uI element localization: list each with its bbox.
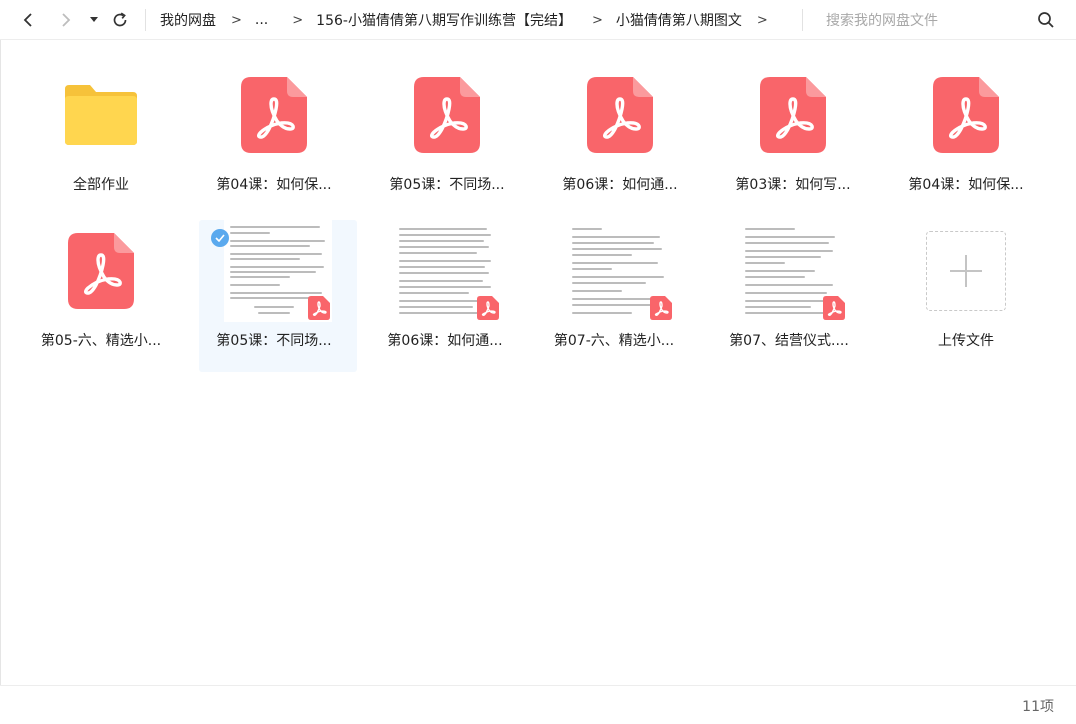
folder-icon bbox=[65, 85, 137, 145]
pdf-icon bbox=[414, 77, 480, 153]
item-count: 11项 bbox=[1022, 699, 1054, 715]
breadcrumb-separator: > bbox=[756, 12, 768, 28]
refresh-button[interactable] bbox=[108, 8, 132, 32]
upload-box[interactable] bbox=[926, 231, 1006, 311]
file-name: 第05-六、精选小... bbox=[40, 333, 162, 349]
pdf-icon bbox=[68, 233, 134, 309]
pdf-badge-icon bbox=[477, 296, 499, 320]
toolbar-divider bbox=[145, 9, 146, 31]
file-item[interactable]: 全部作业 bbox=[22, 64, 180, 216]
forward-button[interactable] bbox=[56, 8, 76, 32]
document-preview bbox=[224, 220, 332, 322]
breadcrumb-separator: > bbox=[231, 12, 242, 28]
selected-check-icon[interactable] bbox=[211, 229, 229, 247]
file-item[interactable]: 第06课：如何通... bbox=[541, 64, 699, 216]
pdf-icon bbox=[241, 77, 307, 153]
file-name: 第05课：不同场... bbox=[216, 333, 332, 349]
file-name: 第07、结营仪式.... bbox=[729, 333, 849, 349]
status-bar: 11项 bbox=[0, 685, 1076, 724]
chevron-left-icon bbox=[23, 13, 32, 27]
pdf-thumbnail bbox=[714, 64, 872, 166]
file-name: 第04课：如何保... bbox=[908, 177, 1024, 193]
file-name: 第04课：如何保... bbox=[216, 177, 332, 193]
pdf-icon bbox=[760, 77, 826, 153]
pdf-thumbnail bbox=[22, 220, 180, 322]
file-item[interactable]: 第05课：不同场... bbox=[368, 64, 526, 216]
document-preview bbox=[393, 220, 501, 322]
folder-thumbnail bbox=[22, 64, 180, 166]
file-item[interactable]: 第05-六、精选小... bbox=[22, 220, 180, 372]
pdf-thumbnail bbox=[541, 64, 699, 166]
search-icon[interactable] bbox=[1036, 10, 1056, 30]
pdf-badge-icon bbox=[823, 296, 845, 320]
pdf-preview-thumbnail bbox=[714, 220, 872, 322]
pdf-thumbnail bbox=[195, 64, 353, 166]
pdf-icon bbox=[587, 77, 653, 153]
back-button[interactable] bbox=[18, 8, 38, 32]
file-item[interactable]: 第07、结营仪式.... bbox=[714, 220, 872, 372]
upload-label: 上传文件 bbox=[938, 333, 994, 349]
file-item[interactable]: 第04课：如何保... bbox=[195, 64, 353, 216]
breadcrumb-item-root[interactable]: 我的网盘 bbox=[160, 10, 216, 30]
file-name: 第03课：如何写... bbox=[735, 177, 851, 193]
pdf-preview-thumbnail bbox=[541, 220, 699, 322]
file-name: 第07-六、精选小... bbox=[553, 333, 675, 349]
document-preview bbox=[739, 220, 847, 322]
upload-thumbnail bbox=[887, 220, 1045, 322]
search-box[interactable]: 搜索我的网盘文件 bbox=[826, 0, 1066, 40]
pdf-badge-icon bbox=[308, 296, 330, 320]
breadcrumb-separator: > bbox=[292, 12, 304, 28]
pdf-thumbnail bbox=[887, 64, 1045, 166]
file-item[interactable]: 第04课：如何保... bbox=[887, 64, 1045, 216]
breadcrumb-item-current[interactable]: 小猫倩倩第八期图文 bbox=[616, 10, 742, 30]
file-item[interactable]: 第07-六、精选小... bbox=[541, 220, 699, 372]
caret-down-icon bbox=[90, 17, 98, 22]
file-name: 第06课：如何通... bbox=[387, 333, 503, 349]
pdf-preview-thumbnail bbox=[368, 220, 526, 322]
history-dropdown-button[interactable] bbox=[86, 8, 102, 32]
upload-file-button[interactable]: 上传文件 bbox=[887, 220, 1045, 372]
breadcrumb-item-ellipsis[interactable]: ... bbox=[255, 12, 268, 28]
document-preview bbox=[566, 220, 674, 322]
file-name: 全部作业 bbox=[73, 177, 129, 193]
pdf-thumbnail bbox=[368, 64, 526, 166]
breadcrumb: 我的网盘 > ... > 156-小猫倩倩第八期写作训练营【完结】 > 小猫倩倩… bbox=[160, 0, 781, 40]
pdf-icon bbox=[933, 77, 999, 153]
search-input[interactable]: 搜索我的网盘文件 bbox=[826, 10, 1036, 30]
chevron-right-icon bbox=[62, 13, 71, 27]
file-item-selected[interactable]: 第05课：不同场... bbox=[199, 220, 357, 372]
breadcrumb-separator: > bbox=[591, 12, 603, 28]
refresh-icon bbox=[113, 12, 127, 27]
toolbar: 我的网盘 > ... > 156-小猫倩倩第八期写作训练营【完结】 > 小猫倩倩… bbox=[0, 0, 1076, 40]
toolbar-divider bbox=[802, 9, 803, 31]
file-item[interactable]: 第03课：如何写... bbox=[714, 64, 872, 216]
file-name: 第05课：不同场... bbox=[389, 177, 505, 193]
pdf-preview-thumbnail bbox=[199, 220, 357, 322]
breadcrumb-item-course[interactable]: 156-小猫倩倩第八期写作训练营【完结】 bbox=[316, 10, 572, 30]
plus-icon bbox=[950, 255, 982, 287]
file-name: 第06课：如何通... bbox=[562, 177, 678, 193]
file-item[interactable]: 第06课：如何通... bbox=[368, 220, 526, 372]
pane-border bbox=[0, 40, 1, 685]
pdf-badge-icon bbox=[650, 296, 672, 320]
